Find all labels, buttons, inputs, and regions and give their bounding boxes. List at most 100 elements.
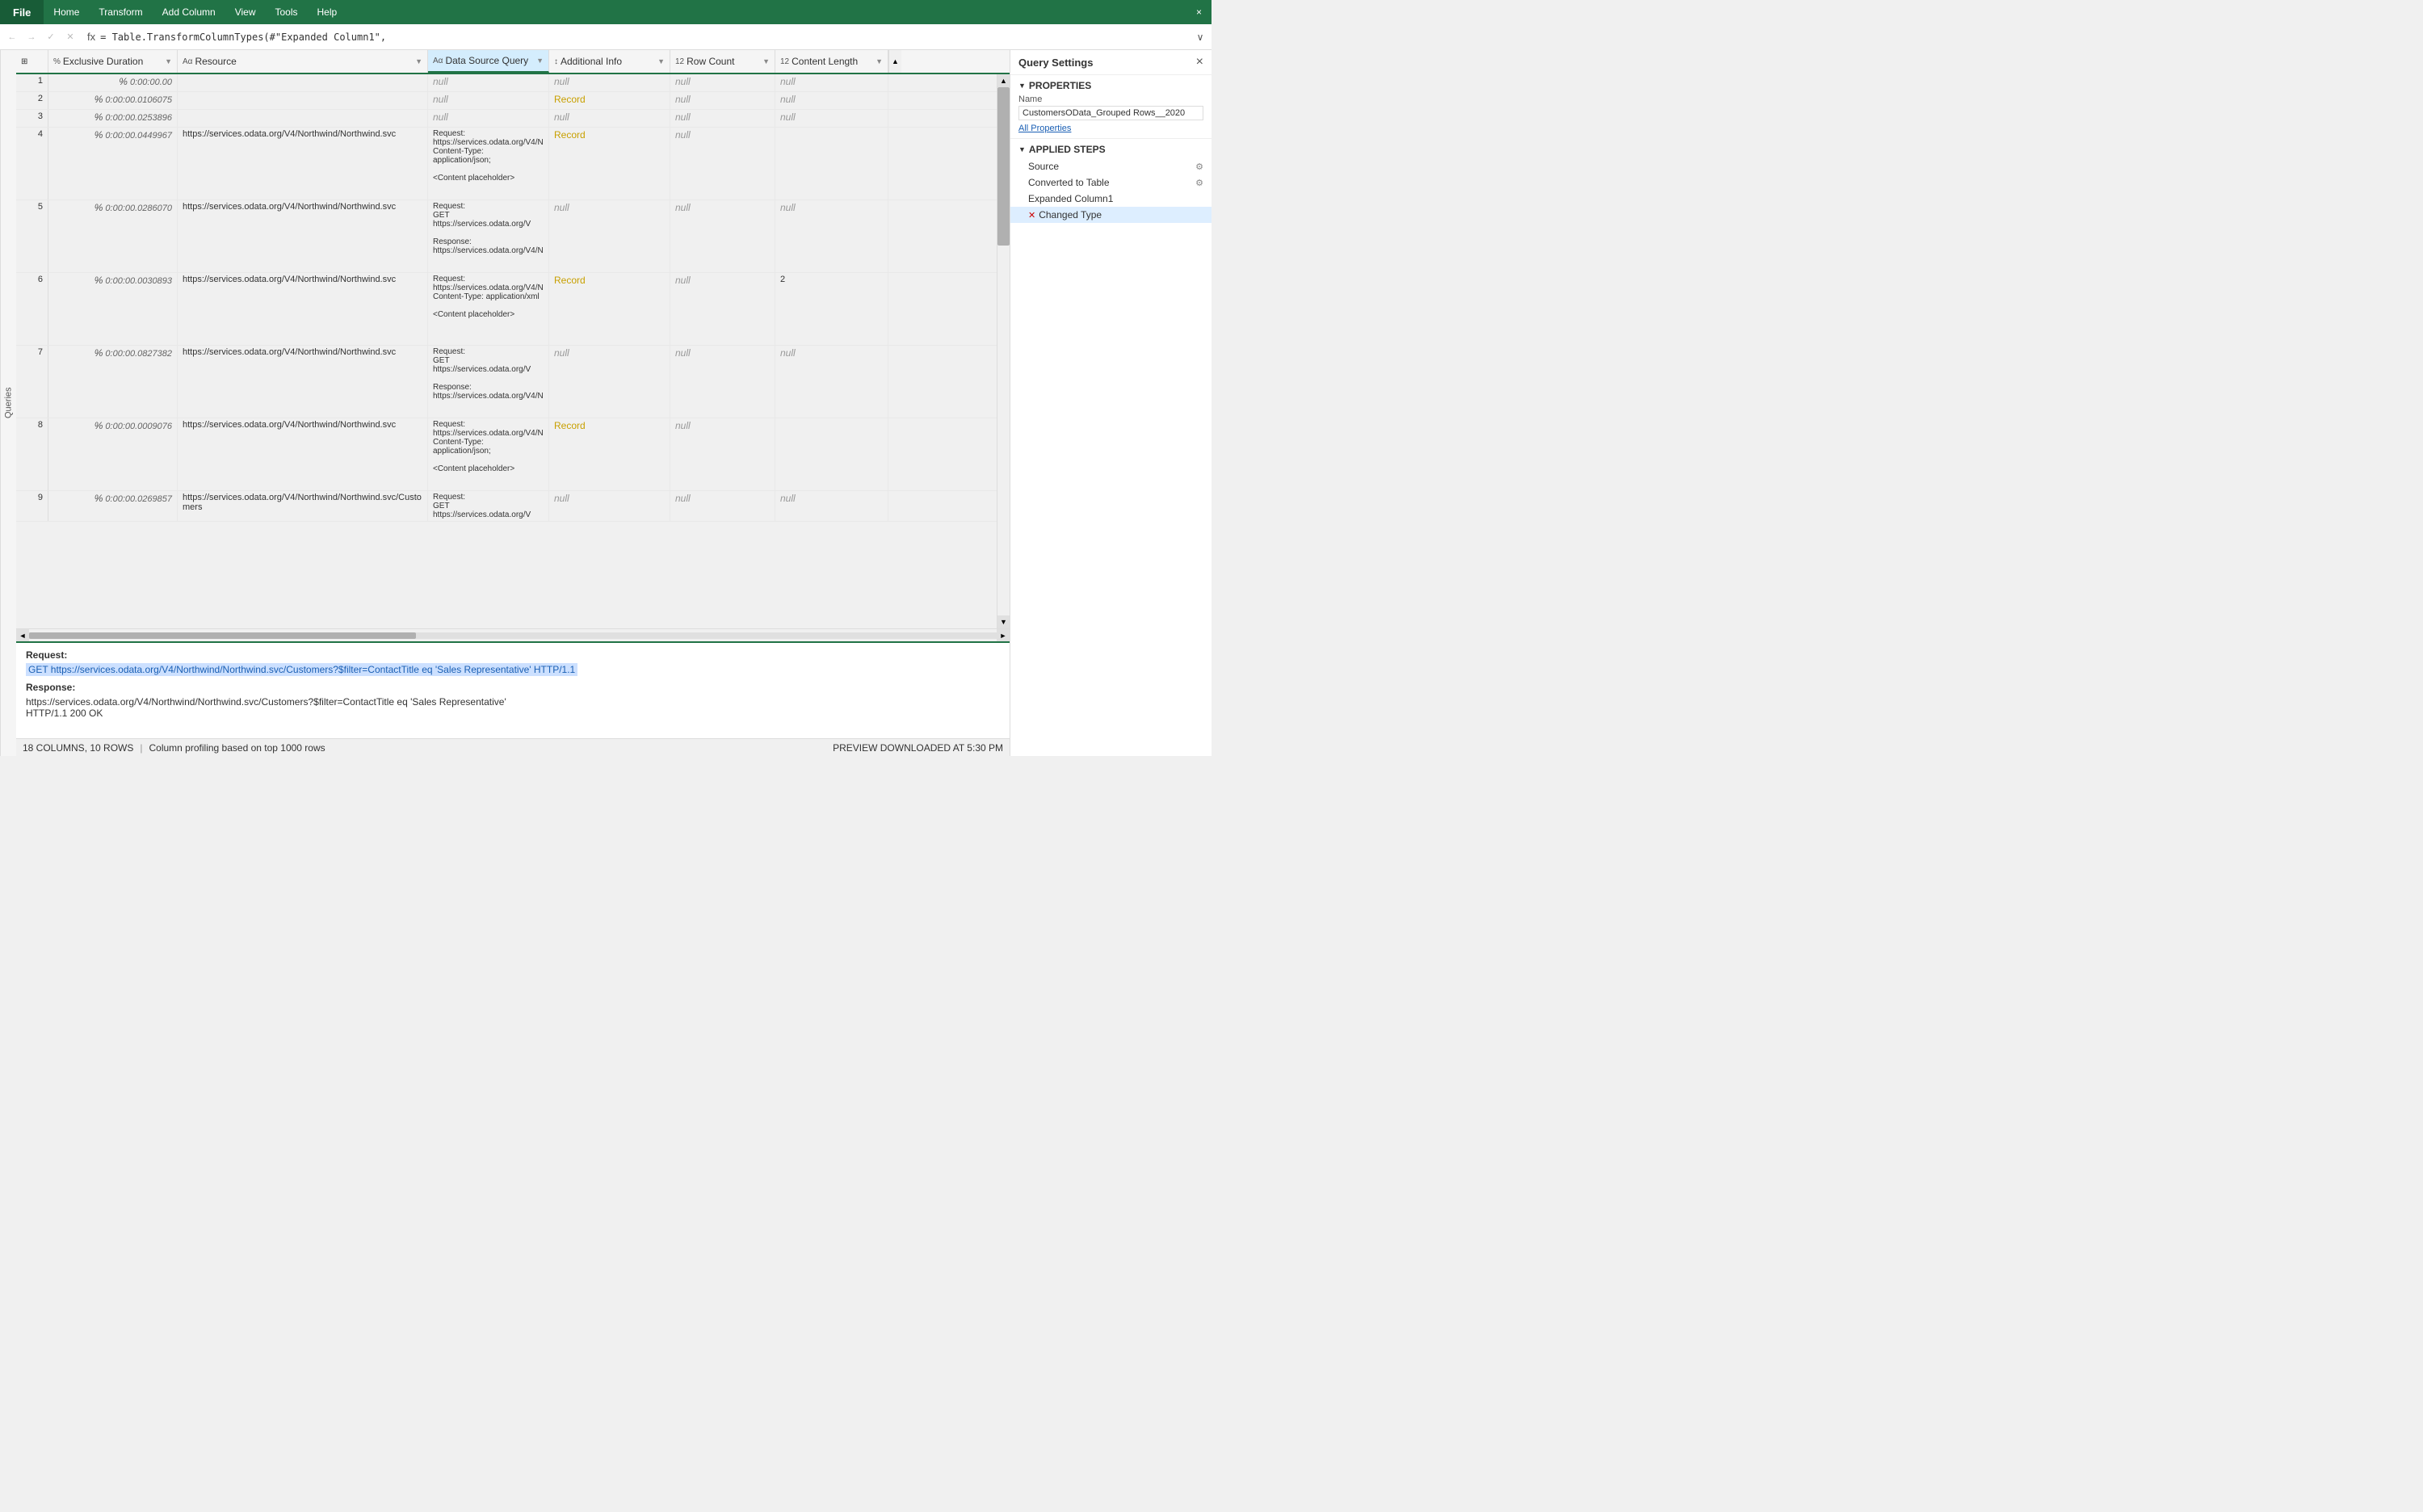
menu-view[interactable]: View <box>225 0 266 24</box>
applied-steps-header: ▼ APPLIED STEPS <box>1010 138 1212 158</box>
status-bar: 18 COLUMNS, 10 ROWS | Column profiling b… <box>16 738 1010 756</box>
step-changed-type[interactable]: ✕ Changed Type <box>1010 207 1212 223</box>
settings-close-button[interactable]: × <box>1196 55 1203 69</box>
cell-row-2-contentlen: null <box>775 92 888 109</box>
cell-row-4-query: Request: https://services.odata.org/V4/N… <box>428 128 549 200</box>
cell-row-7-query: Request: GET https://services.odata.org/… <box>428 346 549 418</box>
main-layout: Queries ⊞ % Exclusive Duration ▼ Aα Reso… <box>0 50 1212 756</box>
cell-row-2-excl: % 0:00:00.0106075 <box>48 92 178 109</box>
col-label-resource: Resource <box>195 56 236 67</box>
excl-filter-icon[interactable]: ▼ <box>165 57 172 65</box>
file-tab[interactable]: File <box>0 0 44 24</box>
horizontal-scrollbar[interactable]: ◄ ► <box>16 628 1010 641</box>
cell-row-3-query: null <box>428 110 549 127</box>
scroll-up-arrow[interactable]: ▲ <box>997 74 1010 87</box>
step-expanded-column1[interactable]: Expanded Column1 <box>1010 191 1212 207</box>
contentlen-filter-icon[interactable]: ▼ <box>876 57 883 65</box>
table-row[interactable]: 9 % 0:00:00.0269857 https://services.oda… <box>16 491 997 522</box>
step-source[interactable]: Source ⚙ <box>1010 158 1212 174</box>
cell-row-8-num: 8 <box>16 418 48 490</box>
col-header-additional-info[interactable]: ↕ Additional Info ▼ <box>549 50 670 73</box>
cell-row-5-num: 5 <box>16 200 48 272</box>
back-button[interactable]: ← <box>3 28 21 46</box>
forward-button[interactable]: → <box>23 28 40 46</box>
addl-filter-icon[interactable]: ▼ <box>657 57 665 65</box>
scroll-thumb[interactable] <box>29 632 416 639</box>
scroll-thumb[interactable] <box>997 87 1010 246</box>
menu-add-column[interactable]: Add Column <box>153 0 225 24</box>
cell-row-1-num: 1 <box>16 74 48 91</box>
resource-filter-icon[interactable]: ▼ <box>415 57 422 65</box>
expand-formula-button[interactable]: ∨ <box>1192 29 1208 45</box>
col-header-content-length[interactable]: 12 Content Length ▼ <box>775 50 888 73</box>
cell-row-6-excl: % 0:00:00.0030893 <box>48 273 178 345</box>
menu-transform[interactable]: Transform <box>89 0 152 24</box>
query-filter-icon[interactable]: ▼ <box>536 57 544 65</box>
step-source-settings-icon[interactable]: ⚙ <box>1195 162 1203 172</box>
cell-row-5-resource: https://services.odata.org/V4/Northwind/… <box>178 200 428 272</box>
fx-label: fx <box>87 31 95 43</box>
cell-row-5-addl: null <box>549 200 670 272</box>
cell-row-9-num: 9 <box>16 491 48 521</box>
table-row[interactable]: 5 % 0:00:00.0286070 https://services.oda… <box>16 200 997 273</box>
cell-row-3-excl: % 0:00:00.0253896 <box>48 110 178 127</box>
cell-row-1-addl: null <box>549 74 670 91</box>
rowcount-type-icon: 12 <box>675 57 684 66</box>
vertical-scrollbar[interactable]: ▲ ▼ <box>997 74 1010 628</box>
scroll-down-arrow[interactable]: ▼ <box>997 615 1010 628</box>
scroll-track[interactable] <box>29 632 997 639</box>
cell-row-4-resource: https://services.odata.org/V4/Northwind/… <box>178 128 428 200</box>
cell-row-6-resource: https://services.odata.org/V4/Northwind/… <box>178 273 428 345</box>
scroll-track[interactable] <box>997 87 1010 615</box>
request-url[interactable]: GET https://services.odata.org/V4/Northw… <box>26 664 1000 675</box>
menu-home[interactable]: Home <box>44 0 89 24</box>
step-converted-to-table[interactable]: Converted to Table ⚙ <box>1010 174 1212 191</box>
col-header-excl-duration[interactable]: % Exclusive Duration ▼ <box>48 50 178 73</box>
window-close-button[interactable]: × <box>1186 0 1212 24</box>
properties-triangle: ▼ <box>1018 82 1026 90</box>
scroll-left-arrow[interactable]: ◄ <box>16 629 29 642</box>
properties-section: ▼ PROPERTIES Name All Properties <box>1010 75 1212 138</box>
cell-row-1-resource <box>178 74 428 91</box>
table-row[interactable]: 1 % 0:00:00.00 null null null null <box>16 74 997 92</box>
name-input[interactable] <box>1018 106 1203 120</box>
cancel-button[interactable]: ✕ <box>61 28 79 46</box>
cell-row-5-query: Request: GET https://services.odata.org/… <box>428 200 549 272</box>
queries-sidebar[interactable]: Queries <box>0 50 16 756</box>
col-header-row-count[interactable]: 12 Row Count ▼ <box>670 50 775 73</box>
table-row[interactable]: 7 % 0:00:00.0827382 https://services.oda… <box>16 346 997 418</box>
step-converted-settings-icon[interactable]: ⚙ <box>1195 178 1203 188</box>
cell-row-2-resource <box>178 92 428 109</box>
table-row[interactable]: 2 % 0:00:00.0106075 null Record null nul… <box>16 92 997 110</box>
separator: | <box>140 742 142 754</box>
col-header-datasource-query[interactable]: Aα Data Source Query ▼ <box>428 50 549 73</box>
table-row[interactable]: 4 % 0:00:00.0449967 https://services.oda… <box>16 128 997 200</box>
properties-header: ▼ PROPERTIES <box>1018 80 1203 91</box>
cell-row-5-rowcount: null <box>670 200 775 272</box>
cell-row-7-resource: https://services.odata.org/V4/Northwind/… <box>178 346 428 418</box>
col-label-excl: Exclusive Duration <box>63 56 143 67</box>
table-row[interactable]: 8 % 0:00:00.0009076 https://services.oda… <box>16 418 997 491</box>
cell-row-9-addl: null <box>549 491 670 521</box>
cell-row-6-contentlen: 2 <box>775 273 888 345</box>
cell-row-6-addl: Record <box>549 273 670 345</box>
cell-row-2-num: 2 <box>16 92 48 109</box>
cell-row-8-query: Request: https://services.odata.org/V4/N… <box>428 418 549 490</box>
menu-help[interactable]: Help <box>308 0 347 24</box>
cell-row-3-resource <box>178 110 428 127</box>
col-header-resource[interactable]: Aα Resource ▼ <box>178 50 428 73</box>
menu-bar: File Home Transform Add Column View Tool… <box>0 0 1212 24</box>
cell-row-7-addl: null <box>549 346 670 418</box>
check-button[interactable]: ✓ <box>42 28 60 46</box>
all-properties-link[interactable]: All Properties <box>1018 124 1071 133</box>
scroll-up-button[interactable]: ▲ <box>888 50 901 73</box>
cell-row-8-rowcount: null <box>670 418 775 490</box>
table-row[interactable]: 6 % 0:00:00.0030893 https://services.oda… <box>16 273 997 346</box>
cell-row-1-rowcount: null <box>670 74 775 91</box>
formula-input[interactable] <box>100 32 1192 43</box>
cell-row-8-resource: https://services.odata.org/V4/Northwind/… <box>178 418 428 490</box>
scroll-right-arrow[interactable]: ► <box>997 629 1010 642</box>
menu-tools[interactable]: Tools <box>266 0 308 24</box>
rowcount-filter-icon[interactable]: ▼ <box>762 57 770 65</box>
table-row[interactable]: 3 % 0:00:00.0253896 null null null null <box>16 110 997 128</box>
